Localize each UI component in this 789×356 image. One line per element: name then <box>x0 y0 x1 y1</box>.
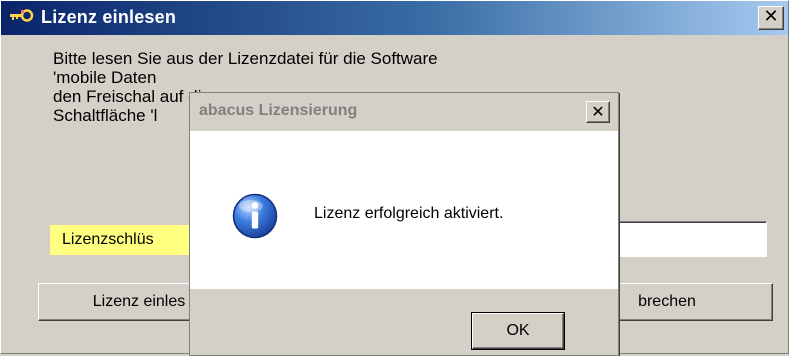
window-titlebar[interactable]: Lizenz einlesen ✕ <box>1 1 788 35</box>
dialog-title: abacus Lizensierung <box>199 102 358 119</box>
window-close-button[interactable]: ✕ <box>758 6 784 30</box>
key-icon <box>10 9 34 22</box>
window-title: Lizenz einlesen <box>41 7 177 27</box>
info-icon <box>232 193 278 239</box>
dialog-footer: OK <box>190 289 618 355</box>
license-key-label: Lizenzschlüs <box>50 225 212 255</box>
info-dialog: abacus Lizensierung ✕ Lizenz erfolgreich… <box>189 92 619 356</box>
ok-button[interactable]: OK <box>472 313 564 349</box>
dialog-message: Lizenz erfolgreich aktiviert. <box>314 205 504 222</box>
dialog-titlebar[interactable]: abacus Lizensierung ✕ <box>190 93 618 131</box>
dialog-close-button[interactable]: ✕ <box>586 101 610 123</box>
